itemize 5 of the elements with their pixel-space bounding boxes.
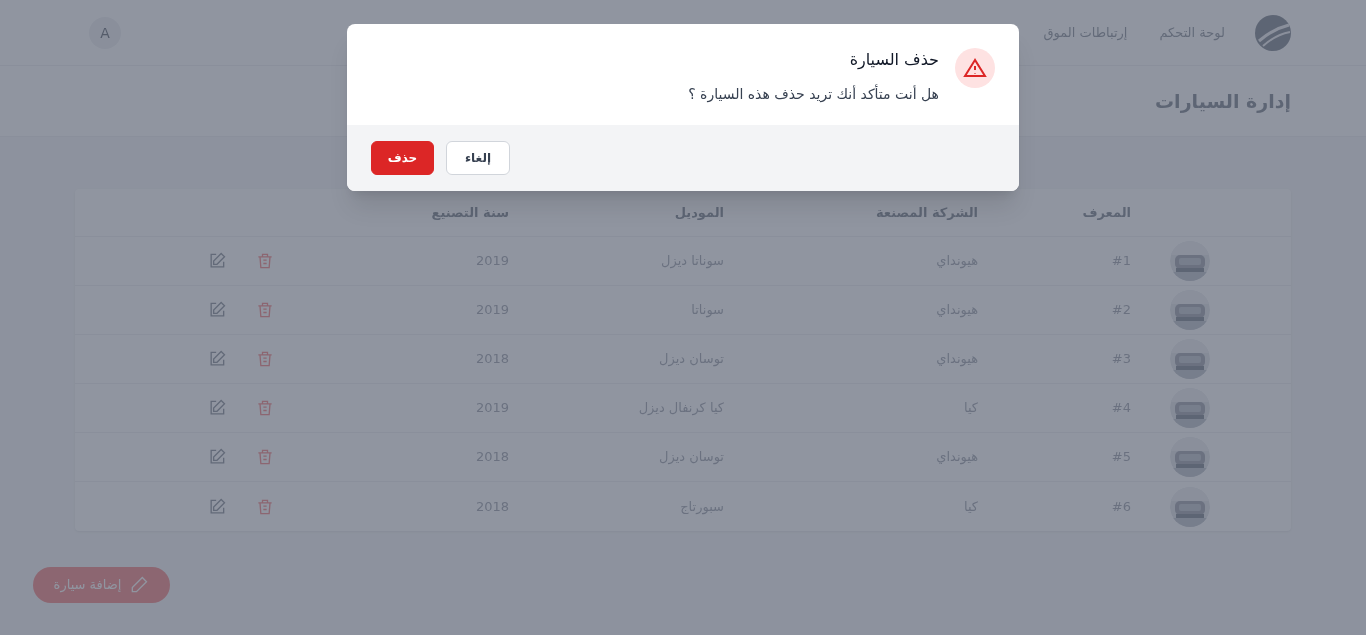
delete-button[interactable]: حذف (371, 141, 434, 175)
cancel-button[interactable]: إلغاء (446, 141, 510, 175)
dialog-message: هل أنت متأكد أنك تريد حذف هذه السيارة ؟ (688, 84, 939, 105)
dialog-title: حذف السيارة (848, 49, 939, 71)
warning-icon (955, 48, 995, 88)
